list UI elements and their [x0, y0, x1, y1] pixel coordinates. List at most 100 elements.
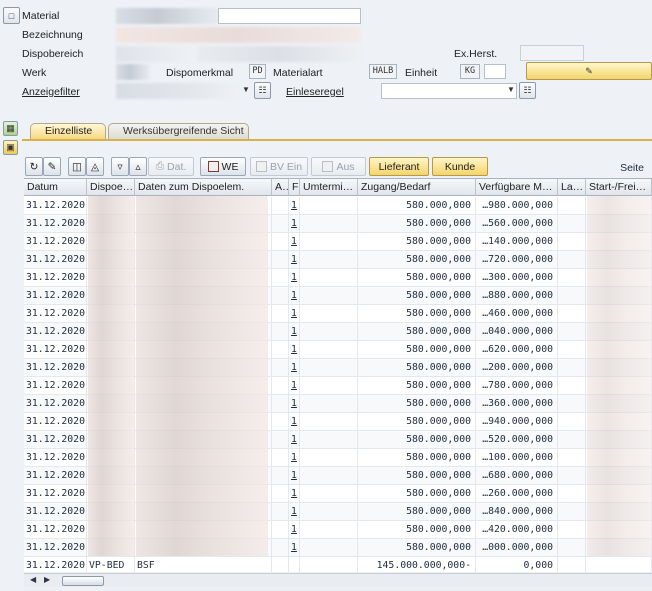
cell-umt	[300, 359, 358, 377]
cell-f[interactable]: 1	[289, 359, 300, 377]
lieferant-button[interactable]: Lieferant	[369, 157, 429, 176]
scroll-right-icon[interactable]: ▶	[44, 575, 50, 584]
cell-la	[558, 485, 586, 503]
einleseregel-label[interactable]: Einleseregel	[286, 86, 344, 98]
cell-f[interactable]: 1	[289, 233, 300, 251]
filter-down-button[interactable]: ▿	[111, 157, 129, 176]
einleseregel-dropdown-icon[interactable]: ▼	[507, 85, 515, 94]
cell-datum: 31.12.2020	[24, 431, 87, 449]
einleseregel-dropdown[interactable]	[381, 83, 517, 99]
col-header-zugang-bedarf[interactable]: Zugang/Bedarf	[358, 179, 476, 196]
cell-f[interactable]: 1	[289, 215, 300, 233]
edit-pencil-button[interactable]: ✎	[526, 62, 652, 80]
page-label: Seite	[620, 162, 644, 174]
cell-a	[272, 395, 289, 413]
cell-f[interactable]: 1	[289, 503, 300, 521]
cell-f[interactable]: 1	[289, 287, 300, 305]
anzeigefilter-value-masked	[116, 83, 238, 99]
anzeigefilter-settings-icon[interactable]: ☷	[254, 82, 271, 99]
col-header-start-freigabe[interactable]: Start-/Frei…	[586, 179, 652, 196]
cell-umt	[300, 557, 358, 572]
cell-f[interactable]: 1	[289, 305, 300, 323]
anzeigefilter-dropdown-icon[interactable]: ▼	[242, 85, 250, 94]
cell-datum: 31.12.2020	[24, 521, 87, 539]
cell-f[interactable]: 1	[289, 521, 300, 539]
cell-a	[272, 197, 289, 215]
cell-verf: …940.000,000	[476, 413, 558, 431]
aus-icon	[322, 161, 334, 172]
cell-f[interactable]: 1	[289, 485, 300, 503]
col-header-daten[interactable]: Daten zum Dispoelem.	[135, 179, 272, 196]
material-select-icon[interactable]: □	[3, 7, 20, 24]
cell-f[interactable]: 1	[289, 251, 300, 269]
cell-f[interactable]	[289, 557, 300, 572]
dat-button-label: Dat.	[167, 160, 187, 173]
cell-datum: 31.12.2020	[24, 197, 87, 215]
col-header-a[interactable]: A…	[272, 179, 289, 196]
exherst-field[interactable]	[520, 45, 584, 61]
expand-all-button[interactable]: ↻	[25, 157, 43, 176]
material-label: Material	[22, 10, 60, 22]
cell-la	[558, 341, 586, 359]
view-switch-icon[interactable]: ▦	[3, 121, 18, 136]
bezeichnung-label: Bezeichnung	[22, 29, 83, 41]
filter-up-button[interactable]: ▵	[129, 157, 147, 176]
cell-f[interactable]: 1	[289, 539, 300, 557]
we-button[interactable]: WE	[200, 157, 246, 176]
cell-f[interactable]: 1	[289, 377, 300, 395]
scroll-thumb[interactable]	[62, 576, 104, 586]
cell-datum: 31.12.2020	[24, 539, 87, 557]
column-left-button[interactable]: ◫	[68, 157, 86, 176]
tab-einzelliste[interactable]: Einzelliste	[30, 123, 106, 139]
cell-datum: 31.12.2020	[24, 557, 87, 572]
col-header-verfuegbare-menge[interactable]: Verfügbare M…	[476, 179, 558, 196]
col-header-dispoelement[interactable]: Dispoe…	[87, 179, 135, 196]
cell-f[interactable]: 1	[289, 395, 300, 413]
cell-la	[558, 323, 586, 341]
col-header-lagerort[interactable]: La…	[558, 179, 586, 196]
cell-zugang: 580.000,000	[358, 305, 476, 323]
col-header-f[interactable]: F	[289, 179, 300, 196]
col-header-umterminierung[interactable]: Umtermi…	[300, 179, 358, 196]
horizontal-scrollbar[interactable]: ◀ ▶	[24, 573, 652, 587]
cell-f[interactable]: 1	[289, 449, 300, 467]
kunde-button[interactable]: Kunde	[432, 157, 488, 176]
cell-f[interactable]: 1	[289, 413, 300, 431]
cell-f[interactable]: 1	[289, 269, 300, 287]
tree-toggle-icon[interactable]: ▣	[3, 140, 18, 155]
col-header-datum[interactable]: Datum	[24, 179, 87, 196]
we-button-label: WE	[221, 160, 239, 173]
toolbar: ↻ ✎ ◫ ◬ ▿ ▵ ⎙ Dat. WE BV Ein Aus Liefera…	[22, 157, 652, 177]
column-right-button[interactable]: ◬	[86, 157, 104, 176]
cell-a	[272, 539, 289, 557]
cell-f[interactable]: 1	[289, 467, 300, 485]
cell-umt	[300, 215, 358, 233]
cell-f[interactable]: 1	[289, 197, 300, 215]
dat-button[interactable]: ⎙ Dat.	[148, 157, 194, 176]
bv-ein-button-label: BV Ein	[269, 160, 303, 173]
cell-umt	[300, 197, 358, 215]
cell-verf: …520.000,000	[476, 431, 558, 449]
cell-umt	[300, 539, 358, 557]
cell-umt	[300, 269, 358, 287]
material-field[interactable]	[218, 8, 361, 24]
cell-f[interactable]: 1	[289, 341, 300, 359]
einleseregel-settings-icon[interactable]: ☷	[519, 82, 536, 99]
cell-a	[272, 323, 289, 341]
aus-button[interactable]: Aus	[311, 157, 366, 176]
cell-f[interactable]: 1	[289, 431, 300, 449]
cell-zugang: 580.000,000	[358, 323, 476, 341]
tab-werksuebergreifende-sicht[interactable]: Werksübergreifende Sicht	[108, 123, 249, 139]
bv-ein-icon	[255, 161, 267, 172]
bv-ein-button[interactable]: BV Ein	[250, 157, 308, 176]
masked-start-column	[587, 196, 652, 556]
cell-f[interactable]: 1	[289, 323, 300, 341]
anzeigefilter-label[interactable]: Anzeigefilter	[22, 86, 80, 98]
einheit-extra-field[interactable]	[484, 64, 506, 79]
scroll-left-icon[interactable]: ◀	[30, 575, 36, 584]
material-value-masked	[116, 8, 220, 24]
cell-datum: 31.12.2020	[24, 323, 87, 341]
edit-button[interactable]: ✎	[43, 157, 61, 176]
table-row[interactable]: 31.12.2020 VP-BED BSF 145.000.000,000- 0,000	[24, 557, 652, 572]
cell-datum: 31.12.2020	[24, 377, 87, 395]
